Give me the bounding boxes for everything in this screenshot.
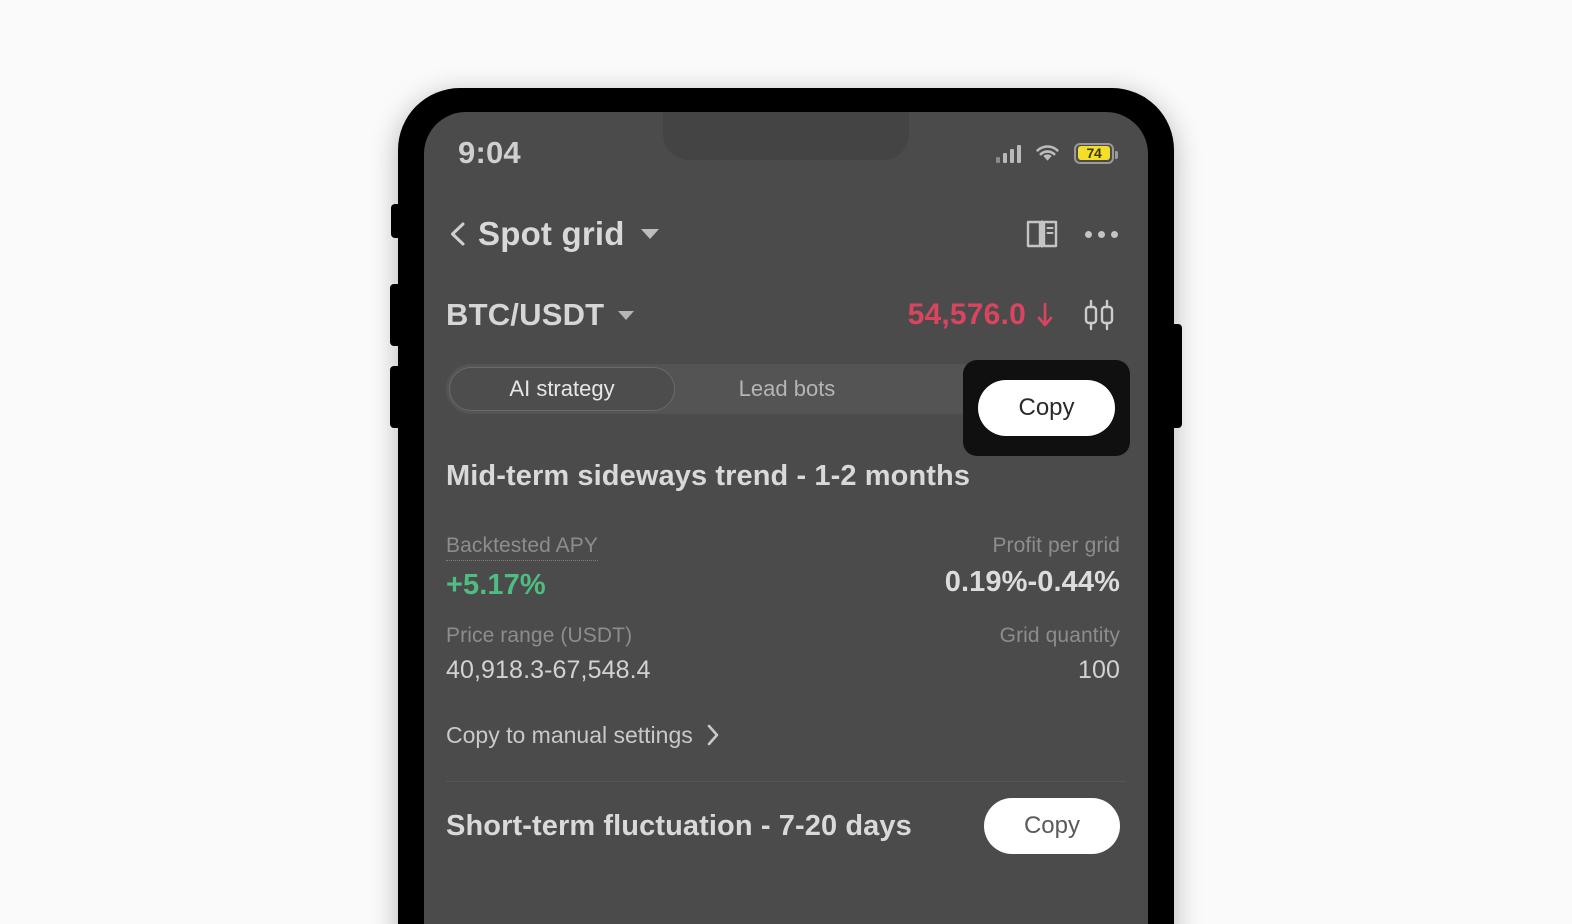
stat-label[interactable]: Backtested APY bbox=[446, 534, 598, 561]
strategy-list: Mid-term sideways trend - 1-2 months Bac… bbox=[424, 432, 1148, 870]
stat-label: Profit per grid bbox=[992, 534, 1120, 557]
signal-bars-icon bbox=[995, 143, 1021, 163]
volume-up-button[interactable] bbox=[390, 284, 399, 346]
battery-level: 74 bbox=[1086, 145, 1102, 161]
strategy-card-short-term: Short-term fluctuation - 7-20 days Copy bbox=[424, 782, 1148, 870]
tab-lead-bots[interactable]: Lead bots bbox=[675, 367, 899, 411]
more-options-icon[interactable] bbox=[1085, 230, 1118, 238]
stat-row-primary: Backtested APY +5.17% Profit per grid 0.… bbox=[446, 534, 1120, 602]
phone-frame: 9:04 74 Spot grid BTC/USDT 54,576.0 AI s… bbox=[390, 88, 1182, 924]
stat-value: +5.17% bbox=[446, 569, 546, 601]
current-price: 54,576.0 bbox=[907, 298, 1026, 331]
stat-label: Grid quantity bbox=[999, 624, 1120, 647]
trading-pair-label[interactable]: BTC/USDT bbox=[446, 297, 604, 333]
status-icons: 74 bbox=[995, 142, 1118, 164]
nav-bar: Spot grid bbox=[424, 198, 1148, 270]
screenshot-root: 9:04 74 Spot grid BTC/USDT 54,576.0 AI s… bbox=[0, 0, 1572, 924]
card-header: Short-term fluctuation - 7-20 days Copy bbox=[446, 782, 1120, 870]
chevron-down-icon[interactable] bbox=[618, 310, 635, 320]
stat-grid-quantity: Grid quantity 100 bbox=[1000, 624, 1120, 685]
copy-to-manual-settings-link[interactable]: Copy to manual settings bbox=[446, 715, 1120, 755]
strategy-card-mid-term: Mid-term sideways trend - 1-2 months Bac… bbox=[424, 432, 1148, 755]
power-button[interactable] bbox=[1173, 324, 1182, 428]
trading-pair-row: BTC/USDT 54,576.0 bbox=[424, 284, 1148, 346]
wifi-icon bbox=[1036, 145, 1059, 161]
stat-price-range: Price range (USDT) 40,918.3-67,548.4 bbox=[446, 624, 651, 685]
silent-switch-button[interactable] bbox=[391, 204, 399, 238]
volume-down-button[interactable] bbox=[390, 366, 399, 428]
stat-row-secondary: Price range (USDT) 40,918.3-67,548.4 Gri… bbox=[446, 624, 1120, 685]
phone-screen: 9:04 74 Spot grid BTC/USDT 54,576.0 AI s… bbox=[424, 112, 1148, 924]
tab-ai-strategy[interactable]: AI strategy bbox=[449, 367, 675, 411]
copy-button[interactable]: Copy bbox=[983, 798, 1120, 854]
back-chevron-icon[interactable] bbox=[446, 221, 472, 247]
chevron-right-icon bbox=[707, 724, 719, 746]
stat-value: 100 bbox=[1077, 656, 1120, 684]
stat-profit-per-grid: Profit per grid 0.19%-0.44% bbox=[945, 534, 1120, 602]
page-title: Spot grid bbox=[478, 215, 625, 252]
copy-button-highlight: Copy bbox=[963, 360, 1130, 456]
book-tutorial-icon[interactable] bbox=[1025, 218, 1059, 250]
status-time: 9:04 bbox=[458, 135, 521, 170]
copy-button-slot bbox=[986, 449, 1120, 503]
strategy-title: Mid-term sideways trend - 1-2 months bbox=[446, 459, 971, 492]
copy-button[interactable]: Copy bbox=[978, 380, 1115, 436]
arrow-down-icon bbox=[1037, 302, 1053, 327]
strategy-title: Short-term fluctuation - 7-20 days bbox=[446, 809, 912, 842]
chevron-down-icon[interactable] bbox=[640, 229, 659, 239]
stat-label: Price range (USDT) bbox=[446, 624, 633, 647]
stat-value: 40,918.3-67,548.4 bbox=[446, 656, 651, 684]
candlestick-chart-icon[interactable] bbox=[1080, 298, 1120, 332]
stat-value: 0.19%-0.44% bbox=[944, 566, 1120, 598]
stat-backtested-apy: Backtested APY +5.17% bbox=[446, 534, 598, 602]
status-bar: 9:04 74 bbox=[424, 112, 1148, 180]
battery-icon: 74 bbox=[1074, 142, 1118, 164]
copy-to-manual-settings-label: Copy to manual settings bbox=[446, 721, 693, 748]
